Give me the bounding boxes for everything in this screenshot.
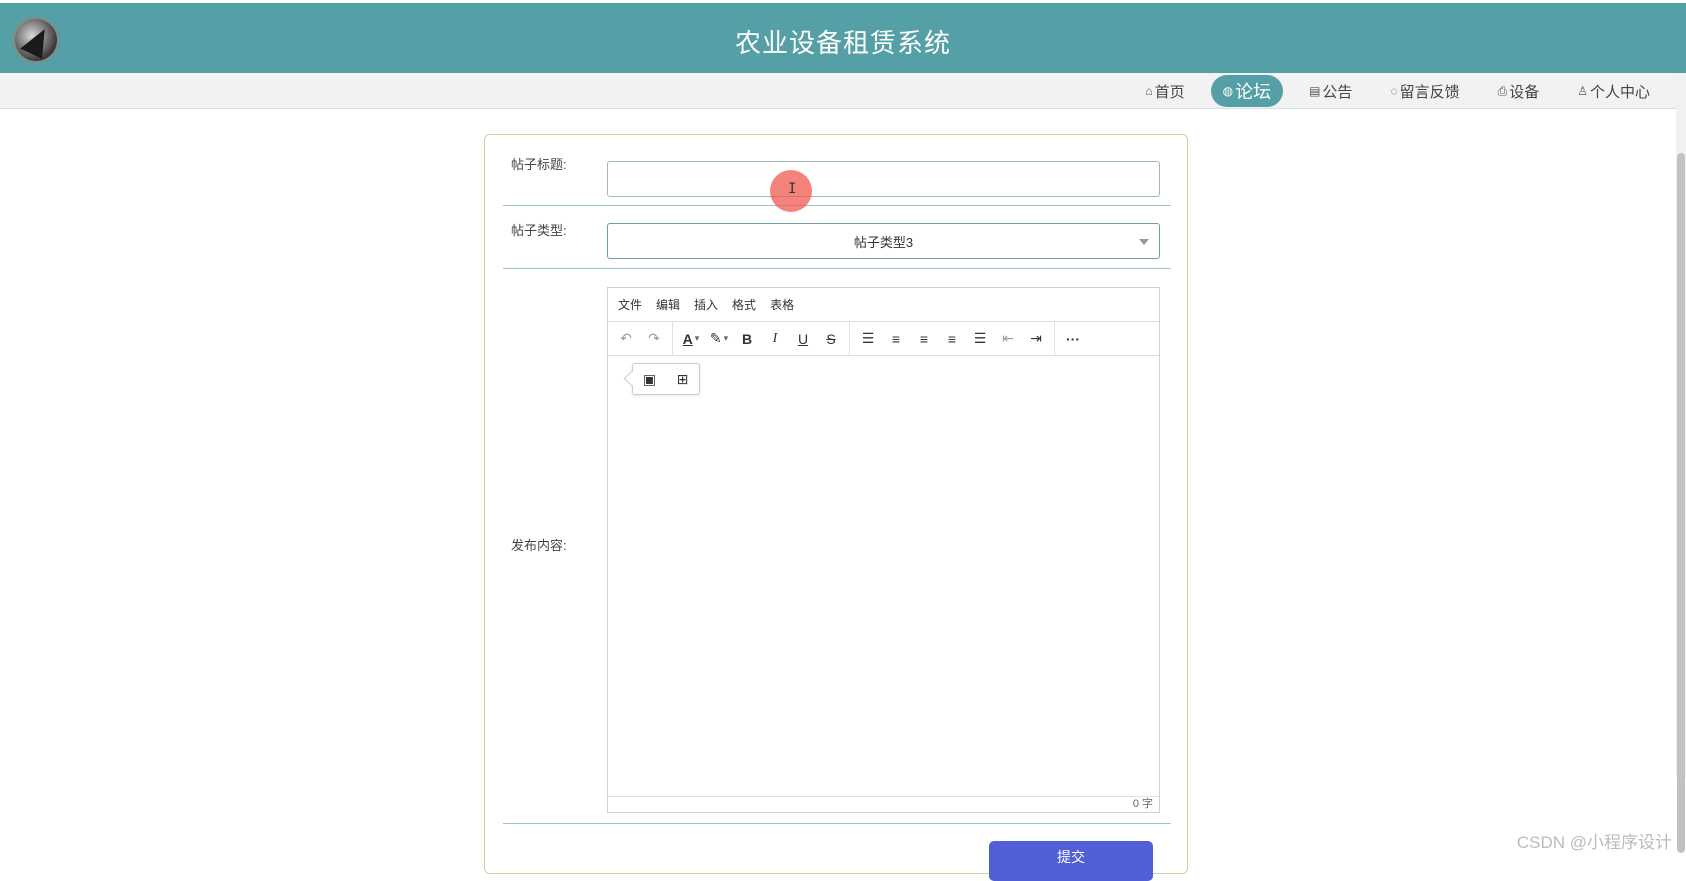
align-right-icon[interactable]: ≡ bbox=[938, 326, 966, 352]
title-input[interactable] bbox=[607, 161, 1160, 197]
notice-icon: ▤ bbox=[1309, 84, 1321, 98]
nav-item-home[interactable]: ⌂ 首页 bbox=[1133, 75, 1196, 107]
text-cursor-icon: I bbox=[788, 181, 797, 197]
scrollbar-thumb[interactable] bbox=[1677, 153, 1685, 853]
chevron-down-icon bbox=[1139, 239, 1149, 245]
quick-insert-popup: ▣ ⊞ bbox=[632, 363, 700, 395]
align-justify-icon[interactable]: ☰ bbox=[966, 326, 994, 352]
menu-edit[interactable]: 编辑 bbox=[656, 296, 680, 313]
italic-icon[interactable]: I bbox=[761, 326, 789, 352]
more-icon[interactable]: ··· bbox=[1059, 326, 1087, 352]
watermark: CSDN @小程序设计 bbox=[1516, 833, 1672, 852]
nav-item-equipment[interactable]: ⎙ 设备 bbox=[1486, 75, 1552, 107]
bold-icon[interactable]: B bbox=[733, 326, 761, 352]
align-center-icon[interactable]: ≡ bbox=[910, 326, 938, 352]
submit-button[interactable]: 提交 bbox=[989, 841, 1153, 881]
editor-toolbar: ↶ ↷ A ▾ ✎ ▾ B I U S ☰ ≡ ≡ ≡ ☰ ⇤ ⇥ ··· bbox=[608, 321, 1159, 356]
text-color-icon[interactable]: A ▾ bbox=[677, 326, 705, 352]
title-label: 帖子标题: bbox=[511, 157, 567, 172]
type-select-value: 帖子类型3 bbox=[853, 234, 914, 250]
nav-item-label: 设备 bbox=[1509, 83, 1540, 101]
menu-insert[interactable]: 插入 bbox=[694, 296, 718, 313]
globe-icon: ◍ bbox=[1222, 84, 1234, 98]
nav-item-label: 留言反馈 bbox=[1399, 83, 1460, 101]
align-left-icon[interactable]: ≡ bbox=[882, 326, 910, 352]
feedback-icon: ◌ bbox=[1390, 84, 1398, 98]
type-label: 帖子类型: bbox=[511, 223, 567, 238]
top-header: 农业设备租赁系统 bbox=[0, 3, 1686, 73]
nav-item-notice[interactable]: ▤ 公告 bbox=[1297, 75, 1364, 107]
site-title: 农业设备租赁系统 bbox=[734, 28, 951, 58]
indent-icon[interactable]: ⇥ bbox=[1022, 326, 1050, 352]
undo-icon[interactable]: ↶ bbox=[612, 326, 640, 352]
nav-item-label: 个人中心 bbox=[1589, 83, 1650, 101]
user-icon: ♙ bbox=[1577, 84, 1588, 98]
editor-menubar: 文件 编辑 插入 格式 表格 bbox=[608, 288, 1159, 322]
home-icon: ⌂ bbox=[1145, 84, 1153, 98]
nav-item-label: 首页 bbox=[1154, 83, 1185, 101]
highlight-color-icon[interactable]: ✎ ▾ bbox=[705, 326, 733, 352]
nav-item-forum[interactable]: ◍ 论坛 bbox=[1210, 75, 1284, 107]
underline-icon[interactable]: U bbox=[789, 326, 817, 352]
menu-format[interactable]: 格式 bbox=[732, 296, 756, 313]
content-label: 发布内容: bbox=[511, 538, 567, 553]
nav-item-feedback[interactable]: ◌ 留言反馈 bbox=[1378, 75, 1471, 107]
word-count: 0 字 bbox=[1132, 798, 1153, 810]
page-scrollbar[interactable] bbox=[1676, 73, 1686, 853]
strikethrough-icon[interactable]: S bbox=[817, 326, 845, 352]
editor-statusbar: 0 字 bbox=[608, 796, 1159, 812]
line-height-icon[interactable]: ☰ bbox=[854, 326, 882, 352]
post-form: 帖子标题: 帖子类型: 帖子类型3 发布内容: 文件 编辑 插入 格式 表格 ↶… bbox=[484, 134, 1188, 881]
menu-file[interactable]: 文件 bbox=[618, 296, 642, 313]
outdent-icon[interactable]: ⇤ bbox=[994, 326, 1022, 352]
nav-item-label: 公告 bbox=[1322, 83, 1353, 101]
table-icon[interactable]: ⊞ bbox=[671, 366, 695, 392]
image-icon[interactable]: ▣ bbox=[638, 366, 662, 392]
nav-item-label: 论坛 bbox=[1235, 82, 1272, 102]
type-select[interactable]: 帖子类型3 bbox=[607, 223, 1160, 259]
printer-icon: ⎙ bbox=[1497, 83, 1508, 98]
nav-bar: ⌂ 首页 ◍ 论坛 ▤ 公告 ◌ 留言反馈 ⎙ 设备 ♙ 个人中心 bbox=[0, 73, 1686, 109]
redo-icon[interactable]: ↷ bbox=[640, 326, 668, 352]
rich-text-editor: 文件 编辑 插入 格式 表格 ↶ ↷ A ▾ ✎ ▾ B I U S ☰ ≡ ≡ ≡… bbox=[607, 287, 1160, 813]
menu-table[interactable]: 表格 bbox=[770, 296, 794, 313]
nav-item-profile[interactable]: ♙ 个人中心 bbox=[1565, 75, 1662, 107]
main-nav: ⌂ 首页 ◍ 论坛 ▤ 公告 ◌ 留言反馈 ⎙ 设备 ♙ 个人中心 bbox=[1119, 73, 1662, 109]
